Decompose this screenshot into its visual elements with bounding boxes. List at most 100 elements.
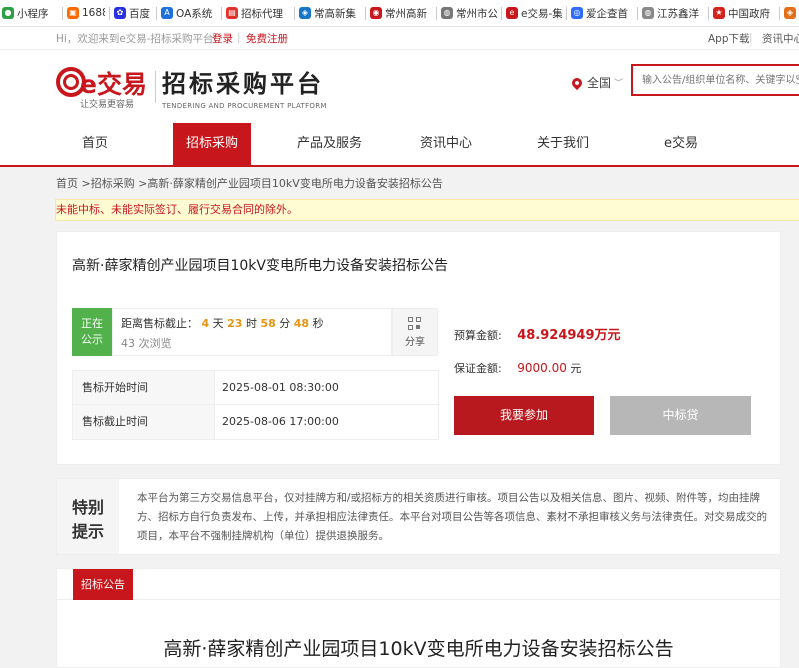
- bookmark-item[interactable]: ◍ 江苏鑫洋: [642, 0, 704, 26]
- table-row: 售标开始时间 2025-08-01 08:30:00: [73, 371, 438, 405]
- status-badge: 正在 公示: [72, 308, 112, 356]
- region-label: 全国: [587, 76, 612, 90]
- special-notice-heading-line1: 特别: [71, 498, 104, 517]
- budget-row: 预算金额: 48.924949万元: [454, 324, 621, 343]
- join-button[interactable]: 我要参加: [454, 396, 594, 435]
- special-notice-card: 特别 提示 本平台为第三方交易信息平台，仅对挂牌方和/或招标方的相关资质进行审核…: [56, 478, 781, 555]
- sale-end-label: 售标截止时间: [73, 405, 215, 439]
- logo-text: e交易: [80, 70, 147, 99]
- qr-code-icon: [408, 317, 422, 331]
- divider: |: [237, 32, 241, 44]
- notice-banner: 未能中标、未能实际签订、履行交易合同的除外。: [55, 199, 799, 221]
- budget-value: 48.924949万元: [517, 328, 621, 343]
- bookmark-separator: [294, 6, 295, 20]
- nav-item-products[interactable]: 产品及服务: [282, 123, 377, 165]
- countdown-seconds-unit: 秒: [312, 317, 324, 330]
- bookmark-label: 1688: [82, 7, 105, 19]
- sale-start-value: 2025-08-01 08:30:00: [222, 381, 339, 394]
- bookmark-separator: [365, 6, 366, 20]
- bookmark-item[interactable]: ▤ 招标代理: [226, 0, 290, 26]
- top-utility-bar: Hi，欢迎来到e交易-招标采购平台! 登录 | 免费注册 App下载 | 资讯中…: [0, 27, 799, 50]
- register-link[interactable]: 免费注册: [246, 31, 288, 46]
- divider: |: [749, 32, 753, 44]
- breadcrumb[interactable]: 首页 >招标采购 >高新·薛家精创产业园项目10kV变电所电力设备安装招标公告: [56, 175, 443, 191]
- countdown-days-unit: 天: [212, 317, 224, 330]
- bookmark-label: 常高新集: [314, 7, 356, 20]
- bookmark-separator: [708, 6, 709, 20]
- countdown-hours: 23: [227, 317, 243, 330]
- bookmark-item[interactable]: ★ 中国政府: [713, 0, 775, 26]
- bookmark-favicon-icon: ◈: [299, 7, 311, 19]
- share-button[interactable]: 分享: [392, 308, 438, 356]
- logo-slogan: 让交易更容易: [80, 100, 135, 110]
- brand-title: 招标采购平台: [162, 70, 324, 98]
- bookmark-item[interactable]: ✿ 百度: [114, 0, 152, 26]
- brand-subtitle: TENDERING AND PROCUREMENT PLATFORM: [162, 102, 327, 110]
- bookmark-item[interactable]: ◈常州市金: [784, 0, 799, 26]
- bookmark-label: 中国政府: [728, 7, 770, 20]
- tab-announcement[interactable]: 招标公告: [73, 569, 133, 600]
- project-title: 高新·薛家精创产业园项目10kV变电所电力设备安装招标公告: [72, 258, 448, 274]
- bookmark-item[interactable]: ◎ 爱企查首: [571, 0, 633, 26]
- announcement-card: 招标公告 高新·薛家精创产业园项目10kV变电所电力设备安装招标公告: [56, 568, 781, 668]
- bookmark-label: 小程序: [17, 7, 49, 20]
- countdown-minutes-unit: 分: [279, 317, 291, 330]
- platform-brand: 招标采购平台 TENDERING AND PROCUREMENT PLATFOR…: [162, 64, 327, 110]
- bookmark-separator: [436, 6, 437, 20]
- budget-label: 预算金额:: [454, 329, 502, 342]
- welcome-text: Hi，欢迎来到e交易-招标采购平台!: [56, 32, 218, 45]
- bookmark-separator: [156, 6, 157, 20]
- bookmark-item[interactable]: ▣1688: [67, 0, 105, 26]
- info-center-link[interactable]: 资讯中心: [762, 31, 799, 46]
- bookmark-item[interactable]: ◈ 常高新集: [299, 0, 361, 26]
- status-line-1: 正在: [81, 317, 103, 330]
- table-row: 售标截止时间 2025-08-06 17:00:00: [73, 405, 438, 439]
- bookmark-separator: [221, 6, 222, 20]
- header: e交易 让交易更容易 招标采购平台 TENDERING AND PROCUREM…: [0, 50, 799, 123]
- special-notice-heading: 特别 提示: [57, 479, 119, 554]
- search-input[interactable]: [631, 64, 799, 96]
- site-logo[interactable]: e交易 让交易更容易: [56, 65, 176, 110]
- countdown-hours-unit: 时: [245, 317, 257, 330]
- bookmark-favicon-icon: ▣: [67, 7, 79, 19]
- bookmark-favicon-icon: ●: [2, 7, 14, 19]
- view-count: 43 次浏览: [121, 337, 172, 350]
- nav-item-tendering[interactable]: 招标采购: [173, 123, 251, 165]
- nav-item-news[interactable]: 资讯中心: [405, 123, 487, 165]
- countdown-box: 距离售标截止： 4 天 23 时 58 分 48 秒 43 次浏览: [112, 308, 392, 356]
- bookmark-favicon-icon: ◈: [784, 7, 796, 19]
- nav-item-about[interactable]: 关于我们: [522, 123, 604, 165]
- bookmark-label: 爱企查首: [586, 7, 628, 20]
- main-nav: 首页 招标采购 产品及服务 资讯中心 关于我们 e交易: [0, 123, 799, 167]
- bookmark-label: 百度: [129, 7, 150, 20]
- bookmark-label: 招标代理: [241, 7, 283, 20]
- countdown-minutes: 58: [260, 317, 276, 330]
- login-link[interactable]: 登录: [212, 31, 233, 46]
- chevron-down-icon: ﹀: [614, 79, 624, 89]
- bookmark-favicon-icon: ◎: [571, 7, 583, 19]
- region-selector[interactable]: 全国 ﹀: [569, 74, 624, 91]
- nav-item-home[interactable]: 首页: [56, 123, 134, 165]
- bookmark-label: 常州市公: [456, 7, 497, 20]
- bookmark-separator: [566, 6, 567, 20]
- bookmark-item[interactable]: A OA系统: [161, 0, 217, 26]
- countdown-label: 距离售标截止：: [121, 317, 198, 330]
- bookmark-favicon-icon: ◉: [370, 7, 382, 19]
- nav-item-etrade[interactable]: e交易: [642, 123, 720, 165]
- special-notice-heading-line2: 提示: [71, 522, 104, 541]
- bookmark-item[interactable]: ◉ 常州高新: [370, 0, 432, 26]
- bookmark-separator: [779, 6, 780, 20]
- bookmark-item[interactable]: ● 小程序: [2, 0, 58, 26]
- bid-loan-button[interactable]: 中标贷: [610, 396, 751, 435]
- bookmark-separator: [109, 6, 110, 20]
- bookmarks-bar: ●小程序▣1688✿百度AOA系统▤招标代理◈常高新集◉常州高新◍常州市公ee交…: [0, 0, 799, 27]
- bookmark-item[interactable]: ◍ 常州市公: [441, 0, 497, 26]
- bookmark-item[interactable]: e e交易-集: [506, 0, 562, 26]
- app-download-link[interactable]: App下载: [708, 31, 750, 46]
- logo-divider: [155, 71, 156, 103]
- bookmark-separator: [637, 6, 638, 20]
- deposit-unit: 元: [570, 362, 582, 375]
- project-card: 高新·薛家精创产业园项目10kV变电所电力设备安装招标公告 正在 公示 距离售标…: [56, 231, 781, 465]
- share-label: 分享: [405, 337, 425, 348]
- sale-start-label: 售标开始时间: [73, 371, 215, 404]
